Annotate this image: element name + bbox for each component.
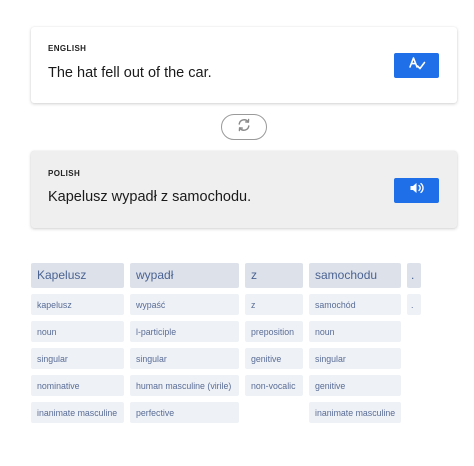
swap-languages-button[interactable] xyxy=(221,114,267,140)
source-language-label: ENGLISH xyxy=(48,44,87,53)
word-header[interactable]: wypadł xyxy=(130,263,239,288)
word-detail: l-participle xyxy=(130,321,239,342)
spellcheck-button[interactable] xyxy=(394,53,439,78)
word-detail: preposition xyxy=(245,321,303,342)
word-column-samochodu: samochodu samochód noun singular genitiv… xyxy=(309,263,401,423)
word-detail: inanimate masculine xyxy=(309,402,401,423)
speaker-icon xyxy=(409,181,425,200)
word-detail: singular xyxy=(130,348,239,369)
source-card: ENGLISH The hat fell out of the car. xyxy=(31,27,457,103)
word-column-kapelusz: Kapelusz kapelusz noun singular nominati… xyxy=(31,263,124,423)
target-card: POLISH Kapelusz wypadł z samochodu. xyxy=(31,151,457,228)
word-column-period: . . xyxy=(407,263,421,315)
word-detail: wypaść xyxy=(130,294,239,315)
word-column-z: z z preposition genitive non-vocalic xyxy=(245,263,303,396)
word-detail: singular xyxy=(309,348,401,369)
swap-refresh-icon xyxy=(236,117,252,138)
word-detail: genitive xyxy=(309,375,401,396)
word-header[interactable]: . xyxy=(407,263,421,288)
word-header[interactable]: Kapelusz xyxy=(31,263,124,288)
word-detail: non-vocalic xyxy=(245,375,303,396)
word-detail: kapelusz xyxy=(31,294,124,315)
word-detail: inanimate masculine xyxy=(31,402,124,423)
source-sentence: The hat fell out of the car. xyxy=(48,65,212,81)
word-detail: human masculine (virile) xyxy=(130,375,239,396)
word-detail: noun xyxy=(31,321,124,342)
word-detail: genitive xyxy=(245,348,303,369)
word-detail: perfective xyxy=(130,402,239,423)
word-detail: nominative xyxy=(31,375,124,396)
word-header[interactable]: z xyxy=(245,263,303,288)
target-sentence: Kapelusz wypadł z samochodu. xyxy=(48,189,252,205)
word-detail: noun xyxy=(309,321,401,342)
word-column-wypadl: wypadł wypaść l-participle singular huma… xyxy=(130,263,239,423)
spellcheck-icon xyxy=(408,55,426,76)
word-detail: z xyxy=(245,294,303,315)
word-detail: singular xyxy=(31,348,124,369)
listen-button[interactable] xyxy=(394,178,439,203)
word-detail: . xyxy=(407,294,421,315)
word-header[interactable]: samochodu xyxy=(309,263,401,288)
target-language-label: POLISH xyxy=(48,169,81,178)
word-detail: samochód xyxy=(309,294,401,315)
